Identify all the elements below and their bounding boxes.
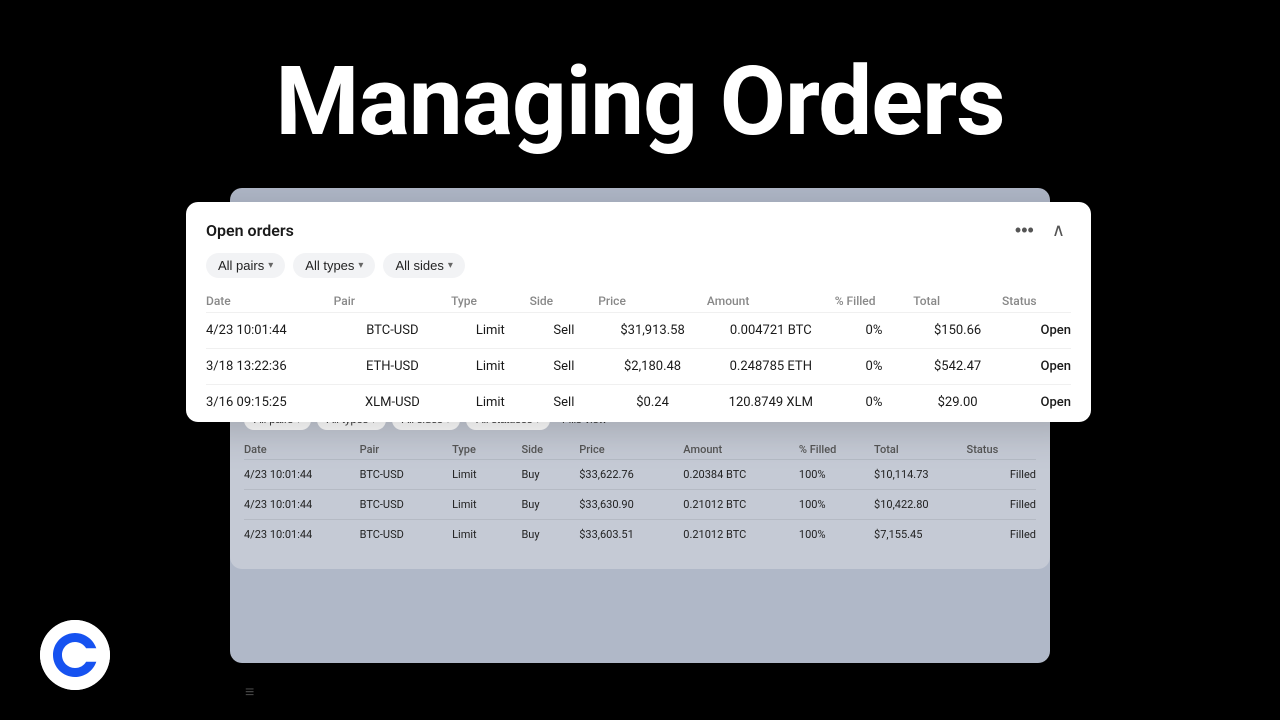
- cell-amount: 0.21012 BTC: [683, 490, 799, 520]
- cell-pair: ETH-USD: [334, 349, 451, 385]
- cell-pair: BTC-USD: [360, 490, 452, 520]
- cell-type: Limit: [452, 460, 521, 490]
- cell-total: $10,422.80: [874, 490, 966, 520]
- cell-side: Buy: [521, 490, 579, 520]
- cell-amount: 0.20384 BTC: [683, 460, 799, 490]
- cell-price: $33,603.51: [579, 520, 683, 550]
- th-type: Type: [451, 290, 530, 313]
- cell-status: Open: [1002, 385, 1071, 421]
- col-header-type: Type: [452, 440, 521, 460]
- cell-price: $31,913.58: [598, 313, 707, 349]
- cell-total: $29.00: [913, 385, 1002, 421]
- chevron-down-icon: ▾: [358, 260, 363, 271]
- cell-total: $150.66: [913, 313, 1002, 349]
- cell-filled: 100%: [799, 490, 874, 520]
- open-orders-panel: Open orders ••• ∧ All pairs ▾ All types …: [186, 202, 1091, 422]
- cell-pair: BTC-USD: [360, 520, 452, 550]
- cell-type: Limit: [452, 490, 521, 520]
- cell-filled: 0%: [835, 313, 914, 349]
- cell-date: 3/18 13:22:36: [206, 349, 334, 385]
- cell-amount: 0.21012 BTC: [683, 520, 799, 550]
- filled-orders-table: Date Pair Type Side Price Amount % Fille…: [244, 440, 1036, 549]
- cell-amount: 0.248785 ETH: [707, 349, 835, 385]
- table-row[interactable]: 3/16 09:15:25 XLM-USD Limit Sell $0.24 1…: [206, 385, 1071, 421]
- cell-status: Filled: [967, 460, 1036, 490]
- col-header-amount: Amount: [683, 440, 799, 460]
- panel-title: Open orders: [206, 221, 294, 240]
- cell-side: Buy: [521, 520, 579, 550]
- cell-filled: 100%: [799, 520, 874, 550]
- cell-filled: 0%: [835, 385, 914, 421]
- col-header-price: Price: [579, 440, 683, 460]
- cell-type: Limit: [451, 349, 530, 385]
- th-price: Price: [598, 290, 707, 313]
- col-header-pair: Pair: [360, 440, 452, 460]
- th-date: Date: [206, 290, 334, 313]
- collapse-button[interactable]: ∧: [1046, 218, 1071, 243]
- col-header-date: Date: [244, 440, 360, 460]
- cell-amount: 0.004721 BTC: [707, 313, 835, 349]
- cell-pair: XLM-USD: [334, 385, 451, 421]
- open-orders-filter-row: All pairs ▾ All types ▾ All sides ▾: [186, 253, 1091, 290]
- cell-side: Buy: [521, 460, 579, 490]
- cell-status: Open: [1002, 313, 1071, 349]
- panel-controls: ••• ∧: [1009, 218, 1071, 243]
- th-total: Total: [913, 290, 1002, 313]
- col-header-total: Total: [874, 440, 966, 460]
- th-status: Status: [1002, 290, 1071, 313]
- chevron-down-icon: ▾: [268, 260, 273, 271]
- cell-side: Sell: [530, 349, 599, 385]
- cell-date: 4/23 10:01:44: [244, 460, 360, 490]
- cell-side: Sell: [530, 385, 599, 421]
- cell-status: Open: [1002, 349, 1071, 385]
- cell-price: $33,622.76: [579, 460, 683, 490]
- cell-date: 4/23 10:01:44: [206, 313, 334, 349]
- cell-price: $33,630.90: [579, 490, 683, 520]
- title-section: Managing Orders: [0, 0, 1280, 156]
- col-header-filled: % Filled: [799, 440, 874, 460]
- cell-total: $7,155.45: [874, 520, 966, 550]
- cell-price: $2,180.48: [598, 349, 707, 385]
- cell-type: Limit: [452, 520, 521, 550]
- th-side: Side: [530, 290, 599, 313]
- cell-pair: BTC-USD: [360, 460, 452, 490]
- th-filled: % Filled: [835, 290, 914, 313]
- cell-date: 4/23 10:01:44: [244, 520, 360, 550]
- cell-date: 3/16 09:15:25: [206, 385, 334, 421]
- cell-total: $542.47: [913, 349, 1002, 385]
- page-title: Managing Orders: [0, 50, 1280, 156]
- cell-amount: 120.8749 XLM: [707, 385, 835, 421]
- cell-type: Limit: [451, 385, 530, 421]
- hamburger-icon: ≡: [245, 682, 254, 702]
- more-options-button[interactable]: •••: [1009, 218, 1040, 243]
- cell-pair: BTC-USD: [334, 313, 451, 349]
- panel-header: Open orders ••• ∧: [186, 202, 1091, 253]
- table-row[interactable]: 3/18 13:22:36 ETH-USD Limit Sell $2,180.…: [206, 349, 1071, 385]
- col-header-status: Status: [967, 440, 1036, 460]
- col-header-side: Side: [521, 440, 579, 460]
- cell-side: Sell: [530, 313, 599, 349]
- chevron-down-icon: ▾: [448, 260, 453, 271]
- table-row[interactable]: 4/23 10:01:44 BTC-USD Limit Buy $33,630.…: [244, 490, 1036, 520]
- th-amount: Amount: [707, 290, 835, 313]
- cell-filled: 0%: [835, 349, 914, 385]
- cell-total: $10,114.73: [874, 460, 966, 490]
- filter-all-sides[interactable]: All sides ▾: [383, 253, 464, 278]
- table-row[interactable]: 4/23 10:01:44 BTC-USD Limit Buy $33,622.…: [244, 460, 1036, 490]
- filter-all-pairs[interactable]: All pairs ▾: [206, 253, 285, 278]
- table-row[interactable]: 4/23 10:01:44 BTC-USD Limit Buy $33,603.…: [244, 520, 1036, 550]
- cell-status: Filled: [967, 520, 1036, 550]
- table-row[interactable]: 4/23 10:01:44 BTC-USD Limit Sell $31,913…: [206, 313, 1071, 349]
- th-pair: Pair: [334, 290, 451, 313]
- cell-date: 4/23 10:01:44: [244, 490, 360, 520]
- open-orders-table-wrap: Date Pair Type Side Price Amount % Fille…: [186, 290, 1091, 420]
- coinbase-logo: [40, 620, 110, 690]
- cell-status: Filled: [967, 490, 1036, 520]
- filled-orders-panel: All pairs ▾ All types ▾ All sides ▾ All …: [230, 400, 1050, 569]
- cell-price: $0.24: [598, 385, 707, 421]
- open-orders-table: Date Pair Type Side Price Amount % Fille…: [206, 290, 1071, 420]
- filter-all-types[interactable]: All types ▾: [293, 253, 375, 278]
- cell-filled: 100%: [799, 460, 874, 490]
- cell-type: Limit: [451, 313, 530, 349]
